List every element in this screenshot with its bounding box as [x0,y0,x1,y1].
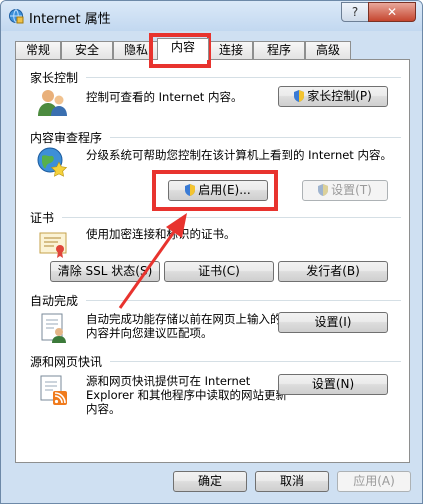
clear-ssl-state-button[interactable]: 清除 SSL 状态(S) [50,261,160,282]
content-advisor-rule [110,137,401,138]
help-button[interactable]: ? [341,2,369,22]
content-advisor-globe-icon [37,147,68,177]
internet-options-window: Internet 属性 ? ✕ 常规 安全 隐私 内容 连接 程序 高级 家长控… [0,0,423,504]
parental-controls-button-label: 家长控制(P) [307,89,372,103]
certificates-button[interactable]: 证书(C) [164,261,274,282]
publishers-button[interactable]: 发行者(B) [278,261,388,282]
apply-button[interactable]: 应用(A) [337,471,411,492]
feeds-icon [40,375,67,405]
tab-general[interactable]: 常规 [15,41,61,59]
cancel-button[interactable]: 取消 [255,471,329,492]
tab-advanced[interactable]: 高级 [305,41,351,59]
content-advisor-settings-button[interactable]: 设置(T) [302,180,388,201]
title-bar[interactable]: Internet 属性 ? ✕ [1,1,422,31]
autocomplete-title: 自动完成 [30,292,83,309]
settings-button-label: 设置(T) [331,183,372,197]
autocomplete-rule [86,300,401,301]
feeds-title: 源和网页快讯 [30,353,107,370]
parental-title: 家长控制 [30,69,83,86]
parental-controls-button[interactable]: 家长控制(P) [278,86,388,107]
parental-users-icon [38,90,67,116]
feeds-description: 源和网页快讯提供可在 Internet Explorer 和其他程序中读取的网站… [86,374,288,416]
content-advisor-description: 分级系统可帮助您控制在该计算机上看到的 Internet 内容。 [86,148,392,162]
content-advisor-enable-button[interactable]: 启用(E)... [168,180,268,201]
feeds-rule [110,361,401,362]
enable-button-label: 启用(E)... [198,183,251,197]
certificates-title: 证书 [30,209,59,226]
window-title: Internet 属性 [29,12,111,27]
tab-privacy[interactable]: 隐私 [113,41,159,59]
autocomplete-form-icon [41,313,66,343]
uac-shield-icon [294,90,305,102]
uac-shield-icon [318,184,329,196]
tab-connections[interactable]: 连接 [209,41,253,59]
close-button[interactable]: ✕ [368,2,416,22]
parental-description: 控制可查看的 Internet 内容。 [86,90,243,104]
autocomplete-description: 自动完成功能存储以前在网页上输入的内容并向您建议匹配项。 [86,312,282,340]
content-advisor-title: 内容审查程序 [30,129,107,146]
certificate-icon [39,232,67,258]
content-tab-panel: 家长控制 控制可查看的 Internet 内容。 家长控制(P) 内容审查程序 … [15,59,410,463]
ok-button[interactable]: 确定 [173,471,247,492]
certificates-rule [62,217,401,218]
internet-options-icon [9,9,24,24]
tab-content[interactable]: 内容 [157,38,209,60]
tab-programs[interactable]: 程序 [253,41,305,59]
autocomplete-settings-button[interactable]: 设置(I) [278,312,388,333]
parental-rule [86,77,401,78]
feeds-settings-button[interactable]: 设置(N) [278,374,388,395]
tab-security[interactable]: 安全 [61,41,113,59]
uac-shield-icon [185,184,196,196]
certificates-description: 使用加密连接和标识的证书。 [86,227,236,241]
